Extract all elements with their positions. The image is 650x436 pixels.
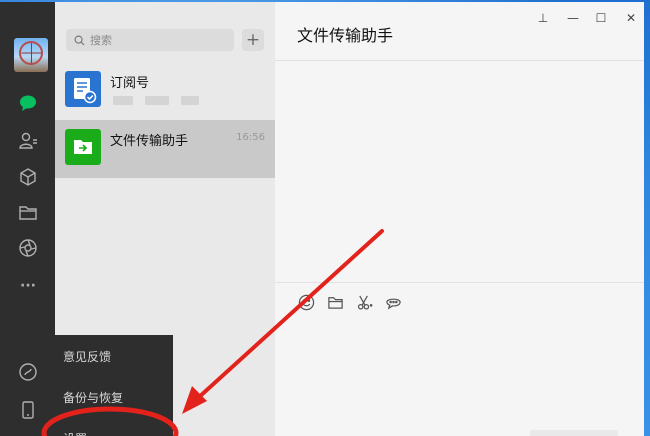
scissors-icon[interactable] <box>354 292 374 312</box>
minimize-icon[interactable]: — <box>561 8 585 28</box>
aperture-icon[interactable] <box>16 236 40 260</box>
close-icon[interactable]: ✕ <box>619 8 643 28</box>
conversation-pane: 文件传输助手 ⊥ — ☐ ✕ <box>275 2 644 436</box>
composer-divider <box>275 282 644 283</box>
more-glyph: ··· <box>20 278 36 294</box>
menu-item-feedback[interactable]: 意见反馈 <box>63 348 111 365</box>
menu-item-settings[interactable]: 设置 <box>63 430 87 436</box>
send-button[interactable] <box>530 430 618 436</box>
emoji-icon[interactable] <box>296 292 316 312</box>
more-menu: 意见反馈 备份与恢复 设置 <box>55 335 173 436</box>
ferris-wheel-image <box>19 41 43 65</box>
add-button[interactable]: + <box>242 29 264 51</box>
chat-item-file-transfer[interactable]: 文件传输助手 16:56 <box>55 120 275 178</box>
search-icon <box>74 35 85 46</box>
chat-bubble-icon[interactable] <box>16 91 40 115</box>
chat-preview-redacted <box>113 96 199 105</box>
search-placeholder: 搜索 <box>90 34 112 47</box>
chat-name: 订阅号 <box>110 76 150 91</box>
header-divider <box>275 60 644 61</box>
menu-item-backup-restore[interactable]: 备份与恢复 <box>63 389 123 406</box>
subscription-icon <box>65 71 101 107</box>
pin-icon[interactable]: ⊥ <box>531 8 555 28</box>
folder-icon[interactable] <box>16 201 40 225</box>
more-icon[interactable]: ··· <box>16 274 40 298</box>
chat-history-icon[interactable] <box>383 292 403 312</box>
mini-program-icon[interactable] <box>16 360 40 384</box>
chat-item-subscriptions[interactable]: 订阅号 <box>55 62 275 120</box>
maximize-icon[interactable]: ☐ <box>589 8 613 28</box>
navigation-rail: ··· <box>0 2 55 436</box>
avatar[interactable] <box>14 38 48 72</box>
wechat-window: ··· 搜索 + 订阅号 文件传输助手 16:56 文件传输助手 ⊥ — ☐ ✕… <box>0 2 644 436</box>
cube-icon[interactable] <box>16 165 40 189</box>
search-input[interactable]: 搜索 <box>66 29 234 51</box>
phone-icon[interactable] <box>16 398 40 422</box>
contacts-icon[interactable] <box>16 129 40 153</box>
chat-time: 16:56 <box>236 132 265 143</box>
page-title: 文件传输助手 <box>297 26 394 45</box>
file-transfer-icon <box>65 129 101 165</box>
folder-icon[interactable] <box>325 292 345 312</box>
chat-name: 文件传输助手 <box>110 134 189 149</box>
